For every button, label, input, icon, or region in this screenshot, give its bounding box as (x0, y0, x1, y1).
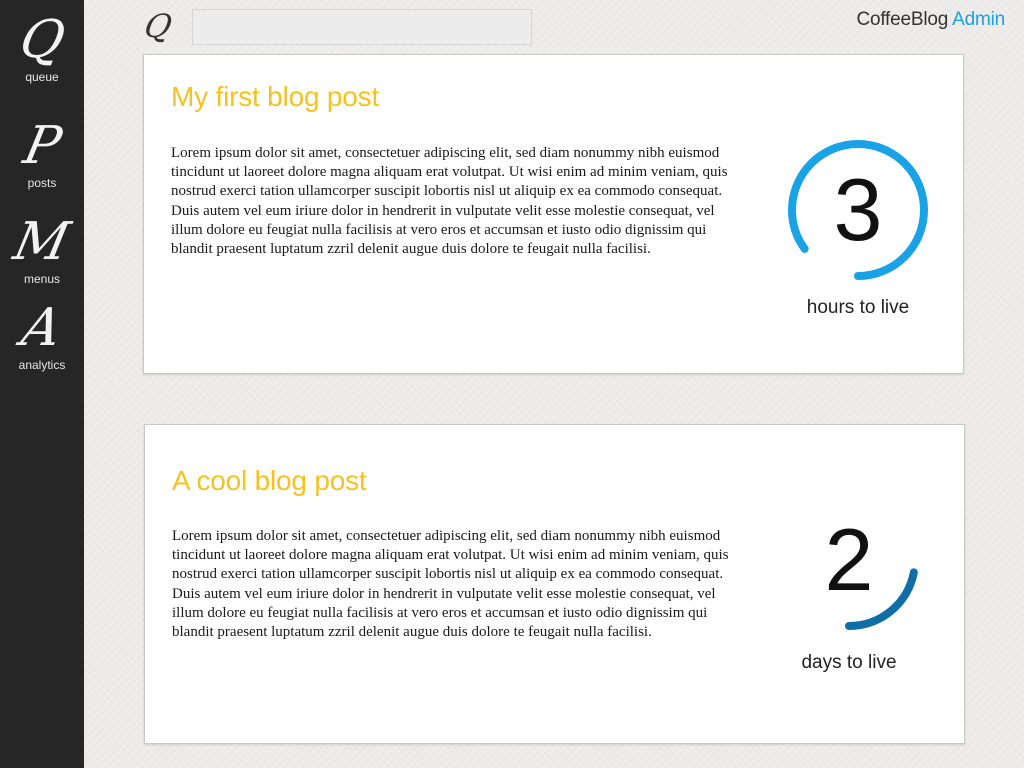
brand-title: CoffeeBlog Admin (856, 9, 1005, 31)
countdown: 3 hours to live (778, 135, 938, 319)
post-title[interactable]: A cool blog post (172, 465, 367, 497)
post-card[interactable]: My first blog post Lorem ipsum dolor sit… (143, 54, 964, 374)
search-icon[interactable]: Q (141, 6, 176, 46)
brand-role: Admin (952, 9, 1005, 30)
sidebar-item-posts[interactable]: P posts (0, 116, 84, 190)
countdown: 2 days to live (769, 485, 929, 674)
queue-icon: Q (14, 10, 70, 70)
countdown-ring: 2 (774, 485, 924, 635)
post-body: Lorem ipsum dolor sit amet, consectetuer… (171, 145, 728, 258)
search-input[interactable] (192, 9, 532, 45)
sidebar-item-label: queue (25, 70, 59, 84)
brand-name: CoffeeBlog (856, 9, 949, 30)
sidebar-item-queue[interactable]: Q queue (0, 10, 84, 84)
analytics-icon: A (16, 298, 68, 358)
sidebar-item-label: posts (27, 176, 57, 190)
countdown-value: 2 (824, 510, 874, 609)
post-title[interactable]: My first blog post (171, 81, 379, 113)
sidebar-item-analytics[interactable]: A analytics (0, 298, 84, 372)
sidebar: Q queue P posts M menus A analytics (0, 0, 84, 768)
countdown-caption: hours to live (806, 297, 910, 318)
sidebar-item-label: analytics (18, 358, 66, 372)
sidebar-item-menus[interactable]: M menus (0, 212, 84, 286)
sidebar-item-label: menus (23, 272, 61, 286)
post-body: Lorem ipsum dolor sit amet, consectetuer… (172, 528, 729, 641)
post-card[interactable]: A cool blog post Lorem ipsum dolor sit a… (144, 424, 965, 744)
menus-icon: M (8, 212, 76, 272)
posts-icon: P (18, 116, 66, 176)
countdown-value: 3 (833, 160, 883, 259)
countdown-ring: 3 (783, 135, 933, 285)
countdown-caption: days to live (801, 652, 897, 673)
